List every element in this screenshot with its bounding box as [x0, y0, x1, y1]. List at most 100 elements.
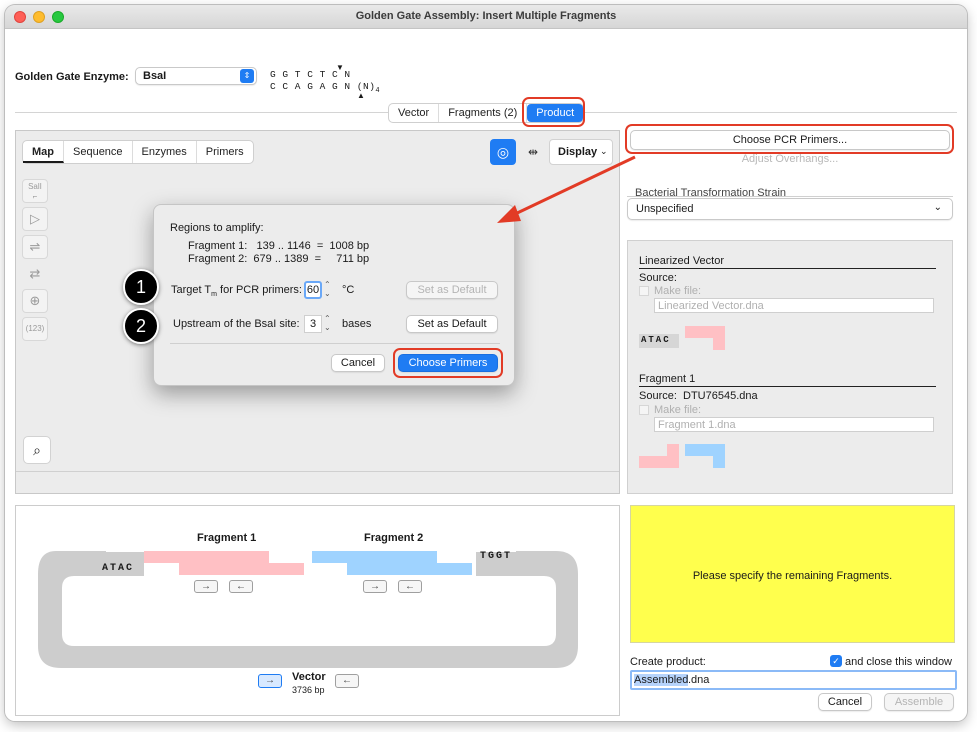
tab-vector[interactable]: Vector	[389, 104, 440, 122]
strain-separator	[627, 196, 953, 197]
fragment2-reverse-primer-icon[interactable]: ←	[398, 580, 422, 593]
fragment2-label: Fragment 2	[364, 532, 424, 544]
fragment1-source: Source: DTU76545.dna	[639, 390, 758, 402]
product-parts-panel: Linearized Vector Source: Make file: Lin…	[627, 240, 953, 494]
regions-title: Regions to amplify:	[170, 222, 264, 234]
set-default-upstream-button[interactable]: Set as Default	[406, 315, 498, 333]
linearized-underline	[639, 268, 936, 269]
vector-size: 3736 bp	[292, 685, 325, 695]
tm-input[interactable]: 60	[304, 281, 322, 299]
fragment1-notch	[639, 444, 667, 456]
fragment1-bottom-strand	[179, 563, 304, 575]
step-1-badge: 1	[123, 269, 159, 305]
cancel-button[interactable]: Cancel	[818, 693, 872, 711]
fragment1-make-file-checkbox[interactable]	[639, 405, 649, 415]
overhang-label: ATAC	[641, 335, 671, 345]
tm-label-rest: for PCR primers:	[217, 284, 302, 296]
sali-label: SalI	[28, 182, 42, 191]
tab-sequence[interactable]: Sequence	[64, 141, 133, 163]
fragment1-forward-primer-icon[interactable]: →	[194, 580, 218, 593]
choose-primers-callout	[393, 348, 503, 378]
tm-label: Target Tm for PCR primers:	[171, 284, 302, 298]
strain-select[interactable]: Unspecified ⌄	[627, 198, 953, 220]
step-2-badge: 2	[123, 308, 159, 344]
left-overhang-label: ATAC	[102, 563, 135, 574]
numbering-icon[interactable]: (123)	[22, 317, 48, 341]
linearized-title: Linearized Vector	[639, 255, 724, 267]
filename-selected-text: Assembled	[634, 674, 689, 686]
vector-forward-primer-icon[interactable]: →	[258, 674, 282, 688]
upstream-label: Upstream of the BsaI site:	[173, 318, 300, 330]
fragment1-top-strand	[144, 551, 269, 563]
vector-reverse-primer-icon[interactable]: ←	[335, 674, 359, 688]
fragment1-blue-tail	[713, 456, 725, 468]
fragment1-blue-block	[685, 444, 725, 456]
feature-icon[interactable]: ▷	[22, 207, 48, 231]
fragment1-label: Fragment 1	[197, 532, 257, 544]
assembly-diagram-panel: ATAC TGGT Fragment 1 → ← Fragment 2 → ← …	[15, 505, 620, 716]
choose-primers-dialog: Regions to amplify: Fragment 1: 139 .. 1…	[153, 204, 515, 386]
pink-block-tail	[713, 338, 725, 350]
status-box: Please specify the remaining Fragments.	[630, 505, 955, 643]
set-default-tm-button[interactable]: Set as Default	[406, 281, 498, 299]
tab-primers[interactable]: Primers	[197, 141, 253, 163]
updown-chevron-icon: ⇕	[240, 69, 254, 83]
linearized-make-file-checkbox[interactable]	[639, 286, 649, 296]
close-window-label: and close this window	[845, 656, 953, 668]
fragment2-region: Fragment 2: 679 .. 1389 = 711 bp	[188, 253, 370, 265]
fragment1-pink-block-lower	[639, 456, 679, 468]
tab-fragments[interactable]: Fragments (2)	[439, 104, 528, 122]
status-message: Please specify the remaining Fragments.	[692, 570, 893, 582]
primer-icon[interactable]: ⇌	[22, 235, 48, 259]
search-icon[interactable]: ⌕	[23, 436, 51, 464]
pink-block	[685, 326, 725, 338]
tm-stepper[interactable]: ⌃ ⌄	[324, 280, 331, 298]
upstream-input[interactable]: 3	[304, 315, 322, 333]
tm-label-text: Target T	[171, 284, 212, 296]
cut-marker-bottom-icon: ▲	[357, 91, 365, 100]
tab-enzymes[interactable]: Enzymes	[133, 141, 197, 163]
linearized-source-label: Source:	[639, 272, 677, 284]
enzyme-value: BsaI	[143, 70, 167, 82]
chevron-down-icon: ⌄	[933, 202, 942, 213]
fragment1-file-field[interactable]: Fragment 1.dna	[654, 417, 934, 432]
dialog-cancel-button[interactable]: Cancel	[331, 354, 385, 372]
title-bar: Golden Gate Assembly: Insert Multiple Fr…	[5, 5, 967, 29]
assemble-button[interactable]: Assemble	[884, 693, 954, 711]
product-filename-input[interactable]: Assembled .dna	[630, 670, 957, 690]
tab-map[interactable]: Map	[23, 141, 64, 163]
product-tab-callout	[522, 97, 585, 127]
target-icon[interactable]: ⊕	[22, 289, 48, 313]
window-title: Golden Gate Assembly: Insert Multiple Fr…	[355, 10, 617, 22]
fragment2-bottom-strand	[347, 563, 472, 575]
upstream-stepper[interactable]: ⌃ ⌄	[324, 314, 331, 332]
right-overhang-label: TGGT	[480, 551, 513, 562]
close-window-checkbox[interactable]: ✓	[830, 655, 842, 667]
fragment1-title: Fragment 1	[639, 373, 696, 385]
window-content: Golden Gate Enzyme: BsaI ⇕ G G T C T C N…	[5, 29, 967, 721]
cut-marker-top-icon: ▼	[336, 63, 344, 72]
panel-divider	[16, 471, 619, 472]
upstream-unit: bases	[342, 318, 372, 330]
fragment2-forward-primer-icon[interactable]: →	[363, 580, 387, 593]
filename-extension: .dna	[688, 674, 710, 686]
fragment1-region: Fragment 1: 139 .. 1146 = 1008 bp	[188, 240, 370, 252]
fragment1-make-file-label: Make file:	[654, 404, 702, 416]
enzyme-label: Golden Gate Enzyme:	[15, 71, 129, 83]
vector-label: Vector	[292, 671, 326, 683]
fragment1-reverse-primer-icon[interactable]: ←	[229, 580, 253, 593]
map-toolbar: SalI ⌐ ▷ ⇌ ⇄ ⊕ (123)	[16, 177, 54, 347]
linearized-make-file-label: Make file:	[654, 285, 702, 297]
fragment2-top-strand	[312, 551, 437, 563]
annotation-arrow-icon	[497, 155, 636, 223]
restriction-site-icon[interactable]: SalI ⌐	[22, 179, 48, 203]
adjust-overhangs-button[interactable]: Adjust Overhangs...	[630, 153, 950, 165]
golden-gate-window: Golden Gate Assembly: Insert Multiple Fr…	[5, 5, 967, 721]
orf-icon[interactable]: ⇄	[22, 263, 48, 287]
site-bottom-subscript: 4	[375, 86, 381, 95]
create-product-label: Create product:	[630, 656, 706, 668]
linearized-file-field[interactable]: Linearized Vector.dna	[654, 298, 934, 313]
tm-unit: °C	[342, 284, 355, 296]
view-tabs: Map Sequence Enzymes Primers	[22, 140, 254, 164]
enzyme-select[interactable]: BsaI ⇕	[135, 67, 257, 85]
